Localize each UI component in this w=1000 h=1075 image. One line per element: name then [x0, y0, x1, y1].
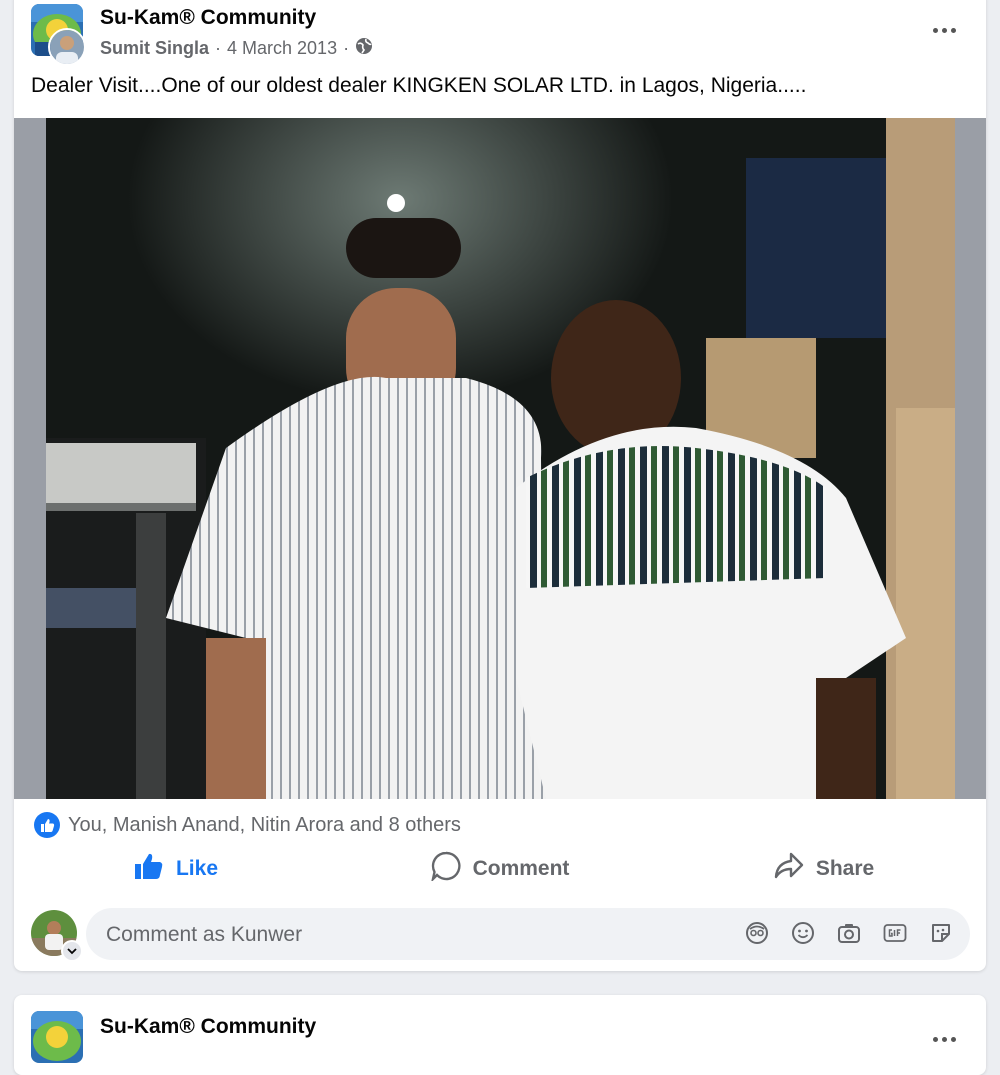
- more-dot-icon: [941, 27, 947, 33]
- share-label: Share: [815, 857, 875, 880]
- share-arrow-icon: [774, 852, 804, 886]
- like-label: Like: [175, 857, 219, 880]
- camera-icon[interactable]: [836, 920, 862, 946]
- more-dot-icon: [932, 27, 938, 33]
- author-name[interactable]: Sumit Singla: [100, 38, 209, 59]
- reactions-text: You, Manish Anand, Nitin Arora and 8 oth…: [68, 813, 461, 836]
- avatar-sticker-icon[interactable]: [744, 920, 770, 946]
- reactions-summary[interactable]: You, Manish Anand, Nitin Arora and 8 oth…: [34, 812, 461, 838]
- comment-input[interactable]: [104, 908, 728, 962]
- comment-label: Comment: [472, 857, 570, 880]
- post-meta: Sumit Singla · 4 March 2013 ·: [100, 37, 373, 60]
- comment-tools: [744, 920, 954, 946]
- post-text: Dealer Visit....One of our oldest dealer…: [31, 74, 807, 97]
- like-reaction-icon: [34, 812, 60, 838]
- comment-box[interactable]: [86, 908, 970, 962]
- comment-composer: [14, 908, 986, 962]
- post-actions: Like Comment Share: [14, 846, 986, 892]
- meta-separator: ·: [343, 38, 350, 58]
- author-avatar[interactable]: [48, 28, 86, 66]
- group-name[interactable]: Su-Kam® Community: [100, 6, 316, 30]
- gif-icon[interactable]: [882, 920, 908, 946]
- chevron-down-icon[interactable]: [61, 940, 83, 962]
- comment-button[interactable]: Comment: [338, 846, 662, 892]
- post-card: Su-Kam® Community: [14, 995, 986, 1075]
- post-card: Su-Kam® Community Sumit Singla · 4 March…: [14, 0, 986, 971]
- share-button[interactable]: Share: [662, 846, 986, 892]
- more-options-button[interactable]: [928, 18, 960, 42]
- thumbs-up-icon: [134, 852, 164, 886]
- post-photo: [46, 118, 955, 799]
- group-avatar[interactable]: [31, 1011, 83, 1063]
- more-dot-icon: [950, 27, 956, 33]
- globe-icon: [355, 37, 373, 60]
- post-date[interactable]: 4 March 2013: [227, 38, 337, 59]
- like-button[interactable]: Like: [14, 846, 338, 892]
- meta-separator: ·: [215, 38, 222, 58]
- comment-bubble-icon: [430, 851, 461, 887]
- more-options-button[interactable]: [928, 1027, 960, 1051]
- post-photo-container[interactable]: [14, 118, 986, 799]
- sticker-icon[interactable]: [928, 920, 954, 946]
- group-name[interactable]: Su-Kam® Community: [100, 1015, 316, 1039]
- emoji-icon[interactable]: [790, 920, 816, 946]
